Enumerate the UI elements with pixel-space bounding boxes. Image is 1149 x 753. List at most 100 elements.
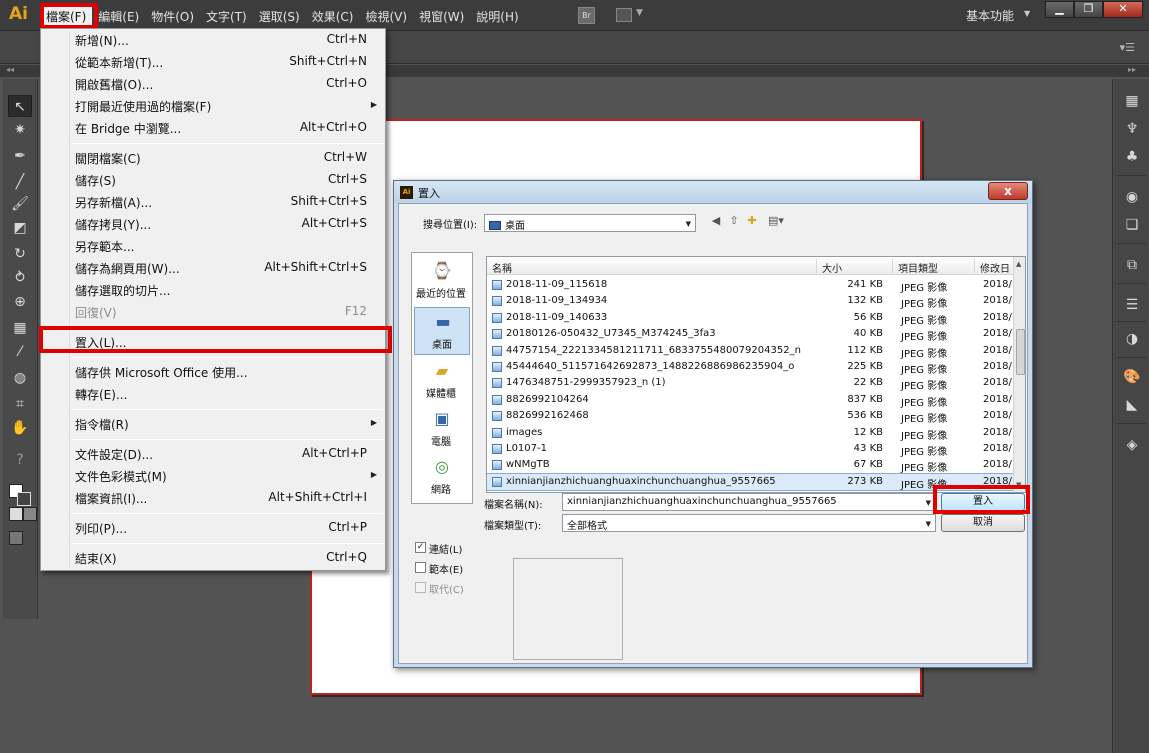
file-row[interactable]: wNMgTB 67 KB JPEG 影像 2018/1	[487, 457, 1018, 474]
restore-button[interactable]: ❐	[1074, 1, 1103, 18]
chevron-down-icon[interactable]: ▼	[1024, 9, 1030, 18]
column-name[interactable]: 名稱	[492, 260, 512, 275]
scrollbar-thumb[interactable]	[1016, 329, 1025, 375]
menu-object[interactable]: 物件(O)	[145, 5, 200, 28]
rotate-tool-icon[interactable]: ↻	[8, 243, 32, 265]
menu-item-file-info[interactable]: 檔案資訊(I)... Alt+Shift+Ctrl+I	[43, 487, 383, 509]
file-row[interactable]: 2018-11-09_140633 56 KB JPEG 影像 2018/1	[487, 310, 1018, 327]
file-row[interactable]: 8826992104264 837 KB JPEG 影像 2018/1	[487, 392, 1018, 409]
link-checkbox[interactable]: ✓	[415, 542, 426, 553]
line-tool-icon[interactable]: ╱	[8, 171, 32, 193]
transform-icon[interactable]: ⧉	[1122, 255, 1142, 275]
menu-item-exit[interactable]: 結束(X) Ctrl+Q	[43, 547, 383, 569]
column-size[interactable]: 大小	[822, 260, 842, 275]
menu-item-place[interactable]: 置入(L)...	[43, 331, 383, 353]
menu-item-document-color-mode[interactable]: 文件色彩模式(M) ▶	[43, 465, 383, 487]
pen-tool-icon[interactable]: ✒	[8, 145, 32, 167]
draw-behind-icon[interactable]	[23, 507, 37, 521]
menu-item-browse-in-bridge[interactable]: 在 Bridge 中瀏覽... Alt+Ctrl+O	[43, 117, 383, 139]
arrange-documents-icon[interactable]	[616, 8, 632, 22]
up-folder-icon[interactable]: ⇧	[726, 214, 742, 228]
layers-icon[interactable]: ◈	[1122, 435, 1142, 455]
eyedropper-tool-icon[interactable]: ⁄	[8, 341, 32, 363]
place-desktop[interactable]: ▬ 桌面	[414, 307, 470, 355]
bridge-button[interactable]: Br	[578, 7, 595, 24]
file-row[interactable]: 2018-11-09_115618 241 KB JPEG 影像 2018/1	[487, 277, 1018, 294]
scroll-up-icon[interactable]: ▲	[1016, 260, 1021, 268]
eraser-tool-icon[interactable]: ◩	[8, 217, 32, 239]
magic-wand-tool-icon[interactable]: ✷	[8, 119, 32, 141]
swatches-icon[interactable]: 🎨	[1122, 367, 1142, 387]
chevron-down-icon[interactable]: ▼	[636, 8, 643, 18]
menu-item-print[interactable]: 列印(P)... Ctrl+P	[43, 517, 383, 539]
menu-item-close[interactable]: 關閉檔案(C) Ctrl+W	[43, 147, 383, 169]
new-folder-icon[interactable]: ✚	[744, 214, 760, 228]
menu-item-open[interactable]: 開啟舊檔(O)... Ctrl+O	[43, 73, 383, 95]
scroll-down-icon[interactable]: ▼	[1016, 481, 1021, 489]
symbol-sprayer-tool-icon[interactable]: ◍	[8, 367, 32, 389]
file-row[interactable]: 1476348751-2999357923_n (1) 22 KB JPEG 影像 2…	[487, 375, 1018, 392]
file-row[interactable]: 8826992162468 536 KB JPEG 影像 2018/1	[487, 408, 1018, 425]
symbols-icon[interactable]: ♣	[1122, 147, 1142, 167]
menu-view[interactable]: 檢視(V)	[359, 5, 413, 28]
dialog-close-button[interactable]: x	[988, 182, 1028, 200]
graphic-styles-icon[interactable]: ❏	[1122, 215, 1142, 235]
menu-file[interactable]: 檔案(F)	[40, 5, 93, 28]
warp-tool-icon[interactable]: ⥁	[8, 267, 32, 289]
column-date[interactable]: 修改日	[980, 260, 1010, 275]
menu-item-open-recent[interactable]: 打開最近使用過的檔案(F) ▶	[43, 95, 383, 117]
menu-item-document-setup[interactable]: 文件設定(D)... Alt+Ctrl+P	[43, 443, 383, 465]
menu-item-scripts[interactable]: 指令檔(R) ▶	[43, 413, 383, 435]
appearance-icon[interactable]: ◉	[1122, 187, 1142, 207]
menu-item-new[interactable]: 新增(N)... Ctrl+N	[43, 29, 383, 51]
menu-item-export[interactable]: 轉存(E)...	[43, 383, 383, 405]
hand-tool-icon[interactable]: ✋	[8, 417, 32, 439]
paintbrush-tool-icon[interactable]: 🖌	[8, 193, 32, 215]
color-guide-icon[interactable]: ▦	[1122, 91, 1142, 111]
cancel-button[interactable]: 取消	[941, 514, 1025, 532]
filename-input[interactable]: xinnianjianzhichuanghuaxinchunchuanghua_…	[562, 493, 936, 511]
file-row[interactable]: L0107-1 43 KB JPEG 影像 2018/1	[487, 441, 1018, 458]
view-menu-icon[interactable]: ▤▾	[764, 214, 788, 228]
gradient-icon[interactable]: ◣	[1122, 395, 1142, 415]
workspace-switcher[interactable]: 基本功能	[966, 7, 1014, 24]
column-type[interactable]: 項目類型	[898, 260, 938, 275]
draw-normal-icon[interactable]	[9, 507, 23, 521]
menu-effect[interactable]: 效果(C)	[306, 5, 360, 28]
menu-item-save[interactable]: 儲存(S) Ctrl+S	[43, 169, 383, 191]
menu-help[interactable]: 說明(H)	[470, 5, 524, 28]
menu-edit[interactable]: 編輯(E)	[92, 5, 145, 28]
panel-menu-icon[interactable]: ▾☰	[1120, 41, 1135, 54]
file-row[interactable]: 2018-11-09_134934 132 KB JPEG 影像 2018/1	[487, 293, 1018, 310]
brushes-icon[interactable]: ♆	[1122, 119, 1142, 139]
menu-type[interactable]: 文字(T)	[200, 5, 253, 28]
minimize-button[interactable]: ▁	[1045, 1, 1074, 18]
template-checkbox[interactable]	[415, 562, 426, 573]
file-row[interactable]: images 12 KB JPEG 影像 2018/1	[487, 425, 1018, 442]
filetype-select[interactable]: 全部格式 ▼	[562, 514, 936, 532]
file-list-scrollbar[interactable]: ▲ ▼	[1013, 257, 1025, 492]
stroke-swatch[interactable]	[17, 492, 31, 506]
menu-item-save-selected-slices[interactable]: 儲存選取的切片...	[43, 279, 383, 301]
shape-builder-tool-icon[interactable]: ⊕	[8, 291, 32, 313]
dialog-title-bar[interactable]: Ai 置入 x	[394, 181, 1032, 203]
collapse-left-icon[interactable]: ◂◂	[6, 65, 14, 74]
align-icon[interactable]: ☰	[1122, 295, 1142, 315]
menu-item-save-for-web[interactable]: 儲存為網頁用(W)... Alt+Shift+Ctrl+S	[43, 257, 383, 279]
replace-checkbox[interactable]	[415, 582, 426, 593]
menu-select[interactable]: 選取(S)	[253, 5, 306, 28]
back-icon[interactable]: ◀	[708, 214, 724, 228]
place-network[interactable]: ◎ 網路	[414, 453, 470, 501]
look-in-combo[interactable]: 桌面 ▼	[484, 214, 696, 232]
place-recent[interactable]: ⌚ 最近的位置	[414, 257, 470, 305]
menu-item-new-from-template[interactable]: 從範本新增(T)... Shift+Ctrl+N	[43, 51, 383, 73]
help-icon[interactable]: ?	[8, 449, 32, 471]
artboard-tool-icon[interactable]: ⌗	[8, 393, 32, 415]
file-row[interactable]: 20180126-050432_U7345_M374245_3fa3 40 KB J…	[487, 326, 1018, 343]
menu-item-save-as[interactable]: 另存新檔(A)... Shift+Ctrl+S	[43, 191, 383, 213]
file-row[interactable]: 44757154_2221334581211711_68337554800792…	[487, 343, 1018, 360]
menu-item-save-for-office[interactable]: 儲存供 Microsoft Office 使用...	[43, 361, 383, 383]
menu-item-save-as-template[interactable]: 另存範本...	[43, 235, 383, 257]
file-row-selected[interactable]: xinnianjianzhichuanghuaxinchunchuanghua_…	[487, 473, 1018, 491]
menu-window[interactable]: 視窗(W)	[413, 5, 470, 28]
